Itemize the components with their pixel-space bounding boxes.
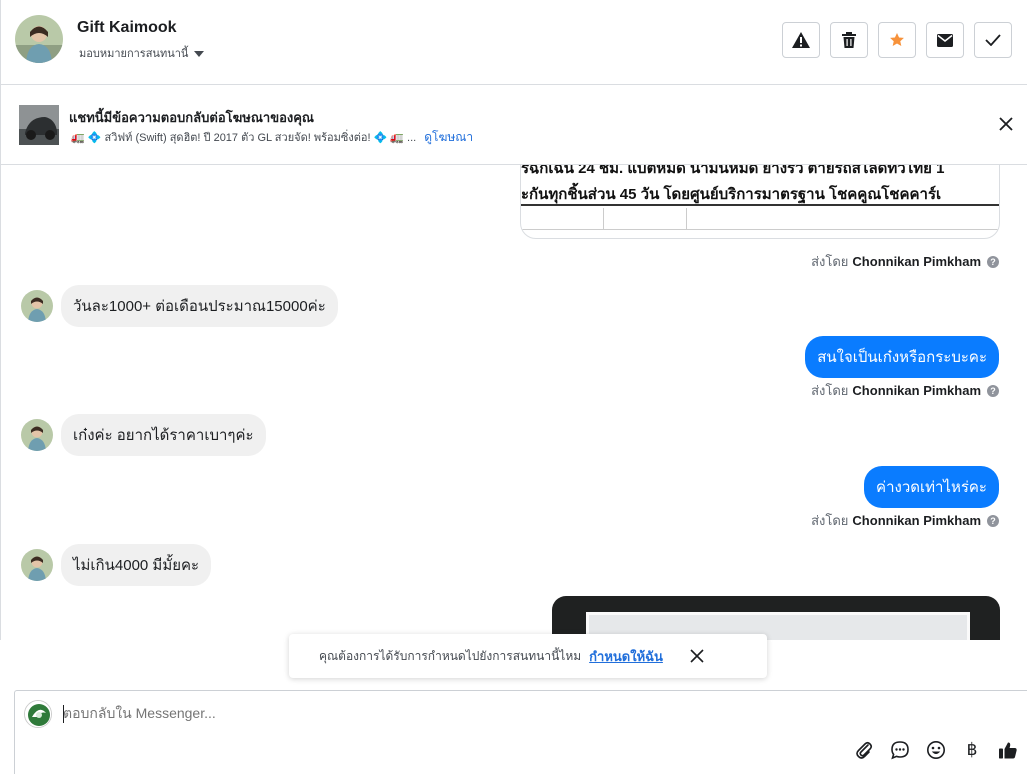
- mark-done-button[interactable]: [974, 22, 1012, 58]
- contact-avatar[interactable]: [15, 15, 63, 63]
- baht-icon: ฿: [966, 740, 978, 760]
- header-actions: [782, 22, 1012, 58]
- contact-name[interactable]: Gift Kaimook: [77, 19, 177, 37]
- message-row-incoming: เก๋งค่ะ อยากได้ราคาเบาๆค่ะ: [21, 414, 266, 456]
- text-cursor: [63, 705, 64, 723]
- help-icon[interactable]: ?: [987, 384, 999, 397]
- ad-reply-banner: แชทนี้มีข้อความตอบกลับต่อโฆษณาของคุณ 🚛 💠…: [0, 85, 1027, 165]
- emoji-button[interactable]: [925, 739, 947, 761]
- contact-avatar-small[interactable]: [21, 290, 53, 322]
- help-icon[interactable]: ?: [987, 514, 999, 527]
- message-bubble-outgoing[interactable]: ค่างวดเท่าไหร่คะ: [864, 466, 999, 508]
- sent-by-label: ส่งโดย Chonnikan Pimkham ?: [811, 251, 999, 272]
- reply-input[interactable]: [63, 705, 663, 721]
- sent-by-prefix: ส่งโดย: [811, 254, 849, 269]
- alert-icon: [792, 32, 810, 48]
- assign-conversation-toast: คุณต้องการได้รับการกำหนดไปยังการสนทนานี้…: [289, 634, 767, 678]
- saved-replies-button[interactable]: [889, 739, 911, 761]
- sender-name: Chonnikan Pimkham: [852, 513, 981, 528]
- sent-by-label: ส่งโดย Chonnikan Pimkham ?: [811, 510, 999, 531]
- message-row-incoming: วันละ1000+ ต่อเดือนประมาณ15000ค่ะ: [21, 285, 338, 327]
- attachment-text-line: ะกันทุกชิ้นส่วน 45 วัน โดยศูนย์บริการมาต…: [521, 182, 999, 206]
- toast-message: คุณต้องการได้รับการกำหนดไปยังการสนทนานี้…: [319, 648, 582, 663]
- close-icon: [690, 649, 704, 663]
- sent-by-prefix: ส่งโดย: [811, 513, 849, 528]
- thumbs-up-icon: [999, 742, 1017, 759]
- send-like-button[interactable]: [997, 739, 1019, 761]
- conversation-header: Gift Kaimook มอบหมายการสนทนานี้: [0, 0, 1027, 85]
- attachment-text-line: รฉุกเฉิน 24 ชม. แบตหมด น้ำมันหมด ยางรั่ว…: [521, 165, 945, 174]
- mark-spam-button[interactable]: [782, 22, 820, 58]
- image-attachment-card[interactable]: รฉุกเฉิน 24 ชม. แบตหมด น้ำมันหมด ยางรั่ว…: [520, 165, 1000, 239]
- star-icon: [890, 33, 904, 46]
- contact-avatar-small[interactable]: [21, 549, 53, 581]
- ad-description: 🚛 💠 สวิฟท์ (Swift) สุดฮิต! ปี 2017 ตัว G…: [71, 132, 417, 144]
- assign-dropdown[interactable]: มอบหมายการสนทนานี้: [79, 44, 205, 62]
- attach-file-button[interactable]: [853, 739, 875, 761]
- ad-thumbnail[interactable]: [19, 105, 59, 145]
- message-bubble-incoming[interactable]: เก๋งค่ะ อยากได้ราคาเบาๆค่ะ: [61, 414, 266, 456]
- sender-name: Chonnikan Pimkham: [852, 254, 981, 269]
- star-button[interactable]: [878, 22, 916, 58]
- assign-to-me-link[interactable]: กำหนดให้ฉัน: [589, 646, 663, 667]
- composer-toolbar: ฿: [853, 739, 1019, 761]
- emoji-icon: [927, 741, 945, 759]
- sent-by-prefix: ส่งโดย: [811, 383, 849, 398]
- trash-icon: [842, 32, 856, 48]
- chevron-down-icon: [194, 50, 205, 57]
- message-bubble-outgoing[interactable]: สนใจเป็นเก๋งหรือกระบะคะ: [805, 336, 999, 378]
- envelope-icon: [937, 33, 953, 47]
- mark-unread-button[interactable]: [926, 22, 964, 58]
- speech-bubble-icon: [891, 741, 909, 760]
- dismiss-toast-button[interactable]: [689, 648, 705, 664]
- contact-avatar-small[interactable]: [21, 419, 53, 451]
- message-bubble-incoming[interactable]: ไม่เกิน4000 มีมั้ยคะ: [61, 544, 212, 586]
- message-thread[interactable]: รฉุกเฉิน 24 ชม. แบตหมด น้ำมันหมด ยางรั่ว…: [0, 165, 1027, 640]
- paperclip-icon: [856, 741, 873, 759]
- delete-button[interactable]: [830, 22, 868, 58]
- reply-composer: ฿: [14, 690, 1027, 774]
- message-bubble-incoming[interactable]: วันละ1000+ ต่อเดือนประมาณ15000ค่ะ: [61, 285, 338, 327]
- ad-banner-subline: 🚛 💠 สวิฟท์ (Swift) สุดฮิต! ปี 2017 ตัว G…: [71, 128, 473, 147]
- check-icon: [985, 34, 1001, 46]
- assign-label: มอบหมายการสนทนานี้: [79, 48, 189, 60]
- message-row-incoming: ไม่เกิน4000 มีมั้ยคะ: [21, 544, 212, 586]
- attachment-table-grid: [521, 208, 999, 230]
- close-banner-button[interactable]: [997, 115, 1015, 133]
- page-avatar: [24, 700, 52, 728]
- sent-by-label: ส่งโดย Chonnikan Pimkham ?: [811, 380, 999, 401]
- sender-name: Chonnikan Pimkham: [852, 383, 981, 398]
- payment-button[interactable]: ฿: [961, 739, 983, 761]
- help-icon[interactable]: ?: [987, 255, 999, 268]
- close-icon: [999, 117, 1013, 131]
- ad-banner-title: แชทนี้มีข้อความตอบกลับต่อโฆษณาของคุณ: [69, 110, 314, 125]
- view-ad-link[interactable]: ดูโฆษณา: [424, 128, 473, 147]
